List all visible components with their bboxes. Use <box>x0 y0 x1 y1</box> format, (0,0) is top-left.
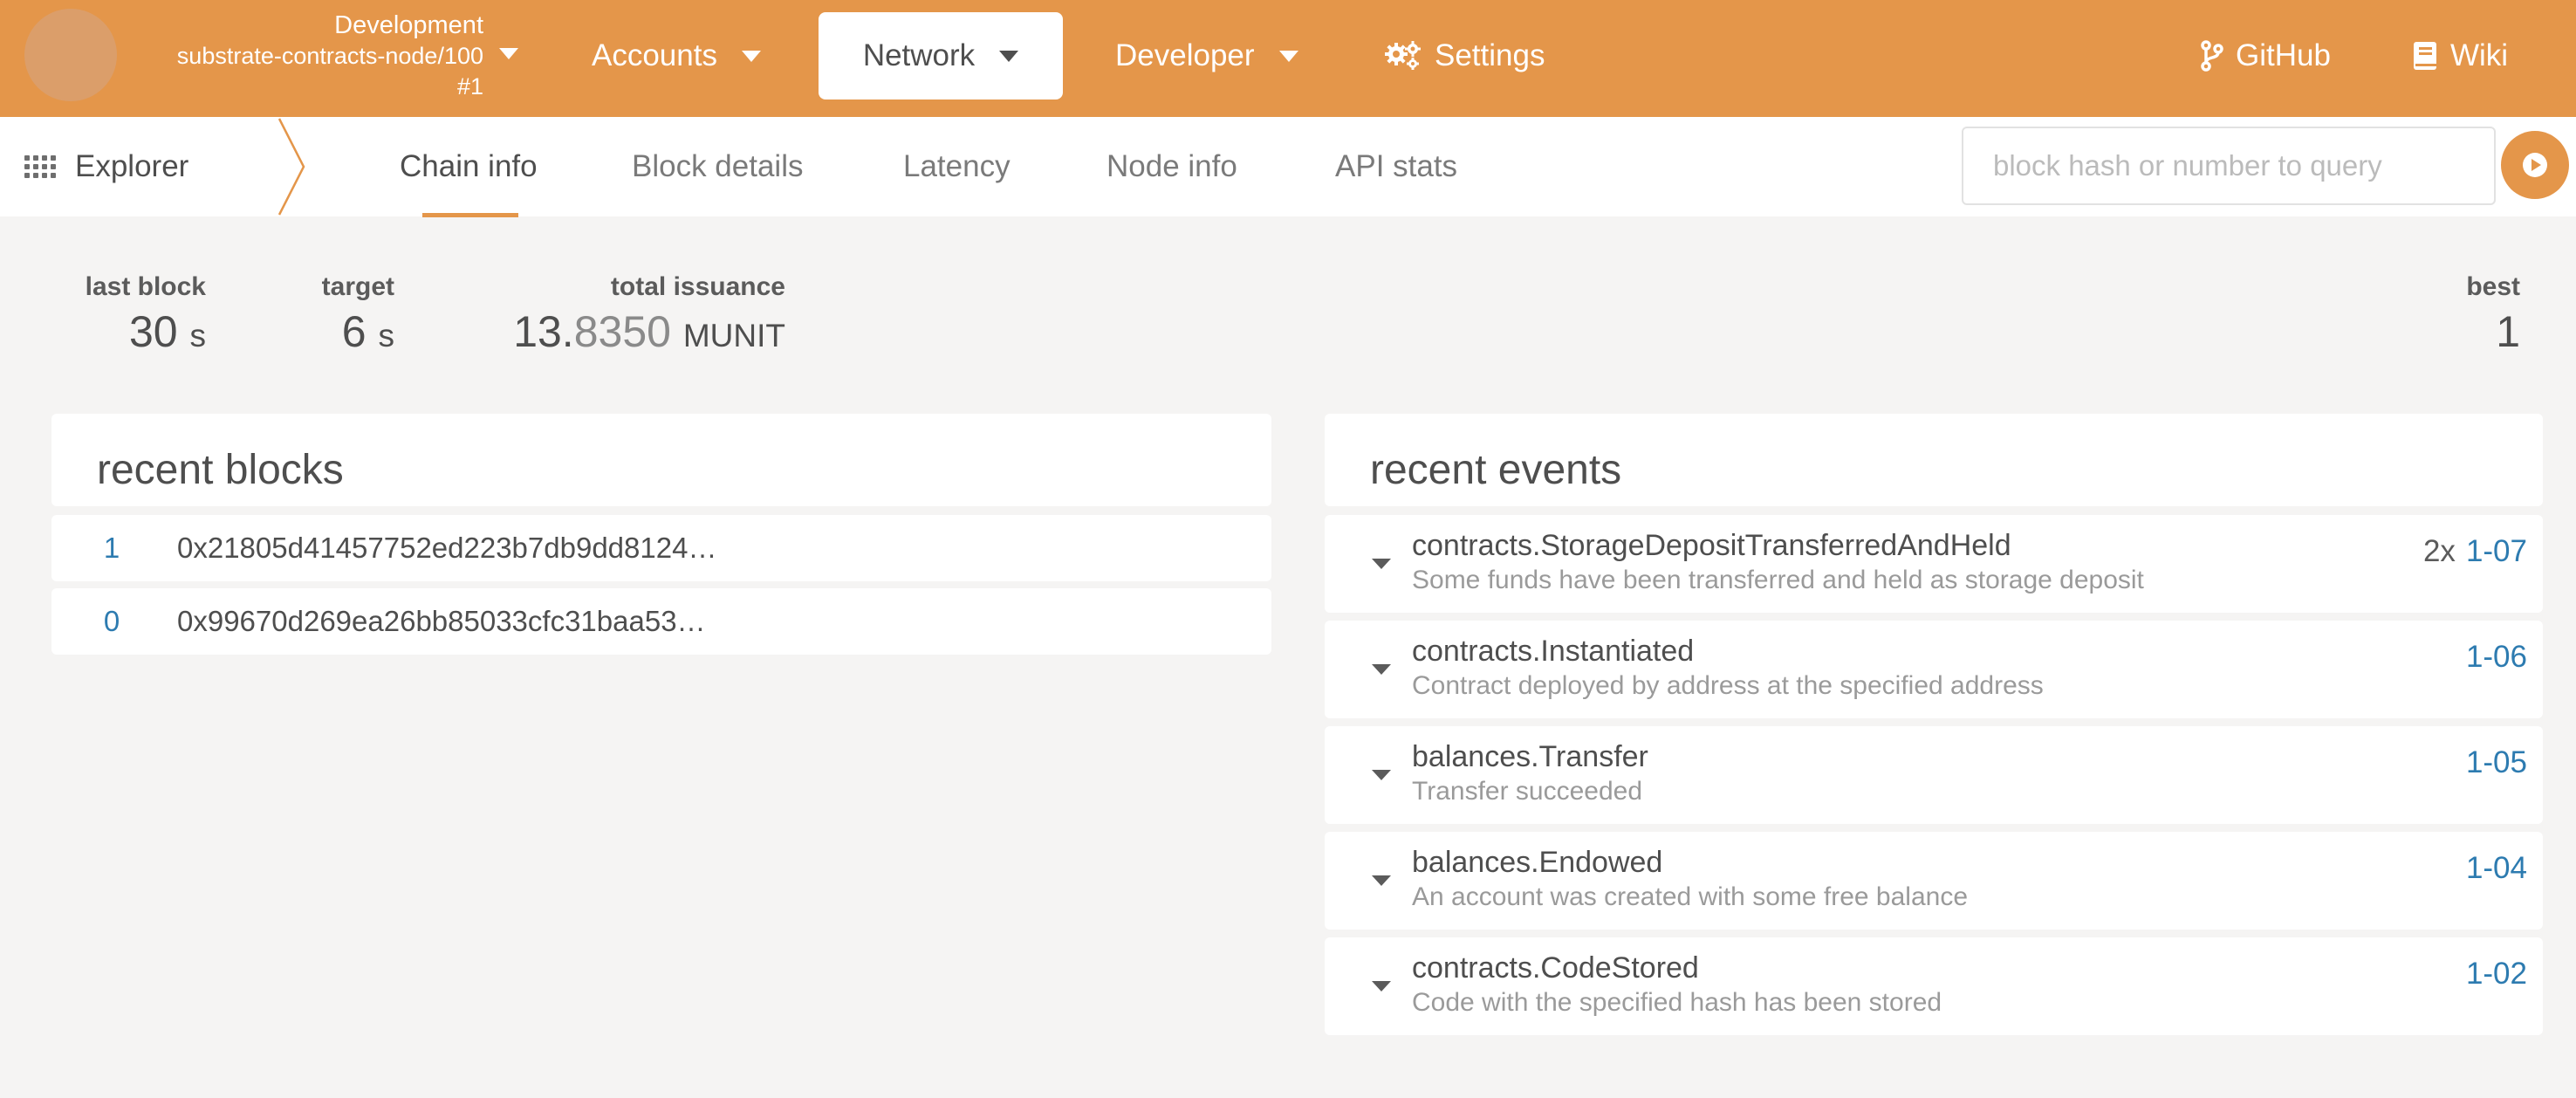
block-row: 0 0x99670d269ea26bb85033cfc31baa53… <box>51 588 1271 655</box>
github-link[interactable]: GitHub <box>2201 12 2331 100</box>
tab-node-info[interactable]: Node info <box>1106 117 1237 216</box>
active-tab-indicator <box>422 213 518 217</box>
tab-api-stats[interactable]: API stats <box>1335 117 1457 216</box>
stat-value: 6 <box>341 307 367 356</box>
block-query-input[interactable] <box>1962 127 2496 205</box>
section-label: Explorer <box>75 149 189 183</box>
expand-caret-icon[interactable] <box>1372 770 1391 780</box>
event-description: An account was created with some free ba… <box>1412 882 1969 911</box>
stat-best: best 1 <box>2426 267 2520 356</box>
expand-caret-icon[interactable] <box>1372 875 1391 886</box>
expand-caret-icon[interactable] <box>1372 981 1391 992</box>
event-row[interactable]: contracts.StorageDepositTransferredAndHe… <box>1325 515 2543 613</box>
stat-value-int: 13. <box>513 307 574 356</box>
event-description: Code with the specified hash has been st… <box>1412 988 1942 1017</box>
gears-icon <box>1384 40 1422 72</box>
caret-down-icon <box>1278 50 1298 62</box>
tab-chain-info[interactable]: Chain info <box>400 117 538 216</box>
breadcrumb-chevron-icon <box>277 118 305 216</box>
stat-value-frac: 8350 <box>573 307 671 356</box>
event-name: contracts.Instantiated <box>1412 635 1695 668</box>
event-description: Some funds have been transferred and hel… <box>1412 566 2144 594</box>
stat-label: last block <box>85 272 206 301</box>
event-name: balances.Transfer <box>1412 740 1648 773</box>
menu-accounts[interactable]: Accounts <box>592 12 761 100</box>
wiki-link[interactable]: Wiki <box>2412 12 2508 100</box>
block-hash: 0x21805d41457752ed223b7db9dd8124… <box>177 532 717 564</box>
event-row[interactable]: contracts.CodeStored Code with the speci… <box>1325 937 2543 1035</box>
recent-events-title: recent events <box>1370 447 1622 493</box>
menu-developer[interactable]: Developer <box>1115 12 1298 100</box>
menu-settings-label: Settings <box>1435 38 1545 72</box>
caret-down-icon <box>741 50 761 62</box>
node-version: #1 <box>456 73 483 100</box>
event-block-link[interactable]: 1-02 <box>2466 957 2527 991</box>
stat-total-issuance: total issuance 13.8350 MUNIT <box>489 267 785 360</box>
event-name: contracts.StorageDepositTransferredAndHe… <box>1412 529 2011 562</box>
tab-latency[interactable]: Latency <box>903 117 1011 216</box>
stat-unit: MUNIT <box>682 318 785 353</box>
block-row: 1 0x21805d41457752ed223b7db9dd8124… <box>51 515 1271 581</box>
stat-unit: s <box>189 318 207 353</box>
node-name: substrate-contracts-node/100 <box>176 43 483 69</box>
event-count: 2x <box>2422 534 2456 568</box>
event-row[interactable]: contracts.Instantiated Contract deployed… <box>1325 621 2543 718</box>
book-icon <box>2412 41 2438 71</box>
stat-last-block: last block 30 s <box>70 267 206 360</box>
event-row[interactable]: balances.Transfer Transfer succeeded 1-0… <box>1325 726 2543 824</box>
block-number-link[interactable]: 1 <box>51 532 177 565</box>
event-row[interactable]: balances.Endowed An account was created … <box>1325 832 2543 930</box>
stat-target: target 6 s <box>288 267 394 360</box>
event-name: contracts.CodeStored <box>1412 951 1699 985</box>
caret-down-icon <box>999 50 1019 62</box>
stat-label: best <box>2466 272 2520 301</box>
play-icon <box>2523 153 2547 177</box>
menu-settings[interactable]: Settings <box>1384 12 1545 100</box>
chain-logo-icon[interactable] <box>24 9 117 101</box>
event-name: balances.Endowed <box>1412 846 1663 879</box>
expand-caret-icon[interactable] <box>1372 559 1391 569</box>
chain-selector-caret-icon[interactable] <box>499 48 518 59</box>
event-block-link[interactable]: 1-04 <box>2466 851 2527 885</box>
github-label: GitHub <box>2236 38 2331 72</box>
wiki-label: Wiki <box>2450 38 2509 72</box>
block-number-link[interactable]: 0 <box>51 605 177 638</box>
recent-blocks-header: recent blocks <box>51 414 1271 506</box>
recent-events-header: recent events <box>1325 414 2543 506</box>
tab-block-details[interactable]: Block details <box>632 117 803 216</box>
recent-blocks-title: recent blocks <box>97 447 344 493</box>
menu-network[interactable]: Network <box>819 12 1063 100</box>
menu-network-label: Network <box>862 38 976 72</box>
query-go-button[interactable] <box>2501 131 2569 199</box>
stat-value: 1 <box>2496 307 2520 356</box>
stat-label: total issuance <box>610 272 785 301</box>
stat-label: target <box>321 272 394 301</box>
section-explorer[interactable]: Explorer <box>24 117 188 216</box>
event-block-link[interactable]: 1-07 <box>2466 534 2527 568</box>
chain-selector[interactable]: Development substrate-contracts-node/100… <box>131 10 483 105</box>
stat-unit: s <box>378 318 395 353</box>
event-block-link[interactable]: 1-05 <box>2466 745 2527 779</box>
stat-value: 30 <box>128 307 178 356</box>
event-description: Contract deployed by address at the spec… <box>1412 671 2044 700</box>
expand-caret-icon[interactable] <box>1372 664 1391 675</box>
chain-name: Development <box>334 11 483 39</box>
menu-developer-label: Developer <box>1115 38 1255 72</box>
menu-accounts-label: Accounts <box>592 38 717 72</box>
event-description: Transfer succeeded <box>1412 777 1643 806</box>
apps-grid-icon <box>24 155 56 178</box>
event-block-link[interactable]: 1-06 <box>2466 640 2527 674</box>
code-branch-icon <box>2201 40 2223 72</box>
block-hash: 0x99670d269ea26bb85033cfc31baa53… <box>177 605 706 637</box>
